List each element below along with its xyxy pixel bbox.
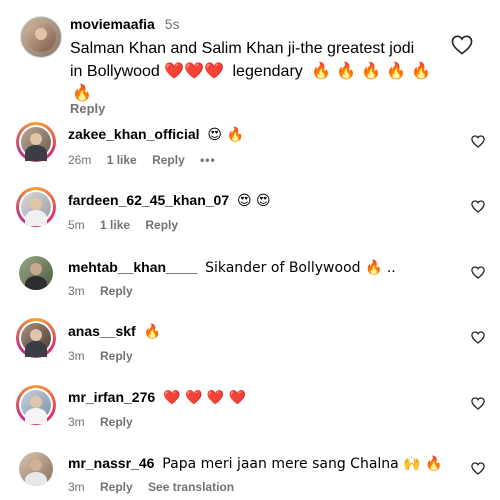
likes-count[interactable]: 1 like [107, 153, 137, 167]
comment-username[interactable]: moviemaafia [70, 16, 155, 32]
reply-text: Papa meri jaan mere sang Chalna 🙌 🔥 [162, 456, 443, 472]
more-options-icon[interactable]: ••• [200, 153, 216, 167]
reply-meta: 3m Reply [68, 349, 145, 363]
avatar[interactable] [16, 187, 56, 227]
reply-meta: 3m Reply [68, 284, 145, 298]
reply-button[interactable]: Reply [100, 349, 133, 363]
avatar-face [30, 198, 42, 210]
reply-button[interactable]: Reply [100, 284, 133, 298]
avatar-face [30, 396, 42, 408]
avatar-image [21, 390, 51, 424]
reply-button[interactable]: Reply [152, 153, 185, 167]
heart-outline-icon[interactable] [449, 33, 475, 57]
reply-button[interactable]: Reply [145, 218, 178, 232]
comment-text-prefix: in Bollywood [70, 63, 160, 80]
avatar[interactable] [16, 122, 56, 162]
reply-line: mr_irfan_276 ❤️ ❤️ ❤️ ❤️ [68, 389, 246, 406]
reply-username[interactable]: anas__skf [68, 323, 136, 339]
reply-time: 3m [68, 349, 85, 363]
heart-outline-icon[interactable] [468, 197, 488, 215]
reply-button[interactable]: Reply [100, 480, 133, 494]
reply-text: 🔥 [143, 324, 162, 340]
reply-line: zakee_khan_official 😍 🔥 [68, 126, 244, 143]
avatar-image [21, 192, 51, 226]
reply-button[interactable]: Reply [100, 415, 133, 429]
avatar[interactable] [20, 16, 62, 58]
reply-time: 3m [68, 415, 85, 429]
avatar-face [30, 133, 42, 145]
comment-fires: 🔥 🔥 🔥 🔥 🔥 [311, 61, 432, 80]
reply-time: 3m [68, 284, 85, 298]
reply-username[interactable]: mehtab__khan____ [68, 259, 197, 275]
comment-text-word: legendary [232, 63, 303, 80]
reply-username[interactable]: zakee_khan_official [68, 126, 200, 142]
avatar[interactable] [19, 452, 53, 486]
avatar-face [30, 329, 42, 341]
reply-text: 😍 😍 [237, 193, 271, 209]
heart-outline-icon[interactable] [468, 132, 488, 150]
avatar-image [21, 127, 51, 161]
reply-time: 26m [68, 153, 92, 167]
reply-time: 3m [68, 480, 85, 494]
reply-meta: 5m 1 like Reply [68, 218, 190, 232]
heart-outline-icon[interactable] [468, 263, 488, 281]
avatar-body [25, 145, 47, 161]
avatar-face [30, 459, 42, 471]
avatar-body [25, 472, 47, 486]
heart-outline-icon[interactable] [468, 328, 488, 346]
comment-hearts: ❤️❤️❤️ [164, 61, 225, 80]
reply-line: mr_nassr_46 Papa meri jaan mere sang Cha… [68, 455, 443, 472]
comment-header: moviemaafia 5s [70, 16, 180, 32]
reply-time: 5m [68, 218, 85, 232]
avatar[interactable] [16, 318, 56, 358]
comment-text-line-2: in Bollywood ❤️❤️❤️ legendary 🔥 🔥 🔥 🔥 🔥 [70, 60, 431, 83]
heart-outline-icon[interactable] [468, 459, 488, 477]
avatar-body [25, 276, 47, 290]
reply-line: mehtab__khan____ Sikander of Bollywood 🔥… [68, 259, 396, 276]
reply-text: ❤️ ❤️ ❤️ ❤️ [163, 390, 247, 406]
avatar-face [30, 263, 42, 275]
avatar-body [25, 210, 47, 226]
reply-username[interactable]: fardeen_62_45_khan_07 [68, 192, 229, 208]
avatar-image [21, 323, 51, 357]
reply-line: fardeen_62_45_khan_07 😍 😍 [68, 192, 271, 209]
reply-line: anas__skf 🔥 [68, 323, 161, 340]
reply-button[interactable]: Reply [70, 101, 105, 116]
avatar[interactable] [19, 256, 53, 290]
likes-count[interactable]: 1 like [100, 218, 130, 232]
reply-username[interactable]: mr_nassr_46 [68, 455, 154, 471]
comment-meta: Reply [70, 101, 117, 116]
reply-meta: 26m 1 like Reply ••• [68, 153, 228, 167]
reply-text: Sikander of Bollywood 🔥 .. [205, 260, 396, 276]
avatar-body [25, 408, 47, 424]
comment-time: 5s [164, 16, 180, 32]
reply-text: 😍 🔥 [207, 127, 244, 143]
heart-outline-icon[interactable] [468, 394, 488, 412]
avatar-face [35, 28, 47, 40]
comment-text-line-1: Salman Khan and Salim Khan ji-the greate… [70, 40, 415, 57]
reply-meta: 3m Reply See translation [68, 480, 246, 494]
see-translation-button[interactable]: See translation [148, 480, 234, 494]
avatar[interactable] [16, 385, 56, 425]
reply-username[interactable]: mr_irfan_276 [68, 389, 155, 405]
avatar-body [25, 341, 47, 357]
avatar-image [26, 22, 56, 52]
reply-meta: 3m Reply [68, 415, 145, 429]
